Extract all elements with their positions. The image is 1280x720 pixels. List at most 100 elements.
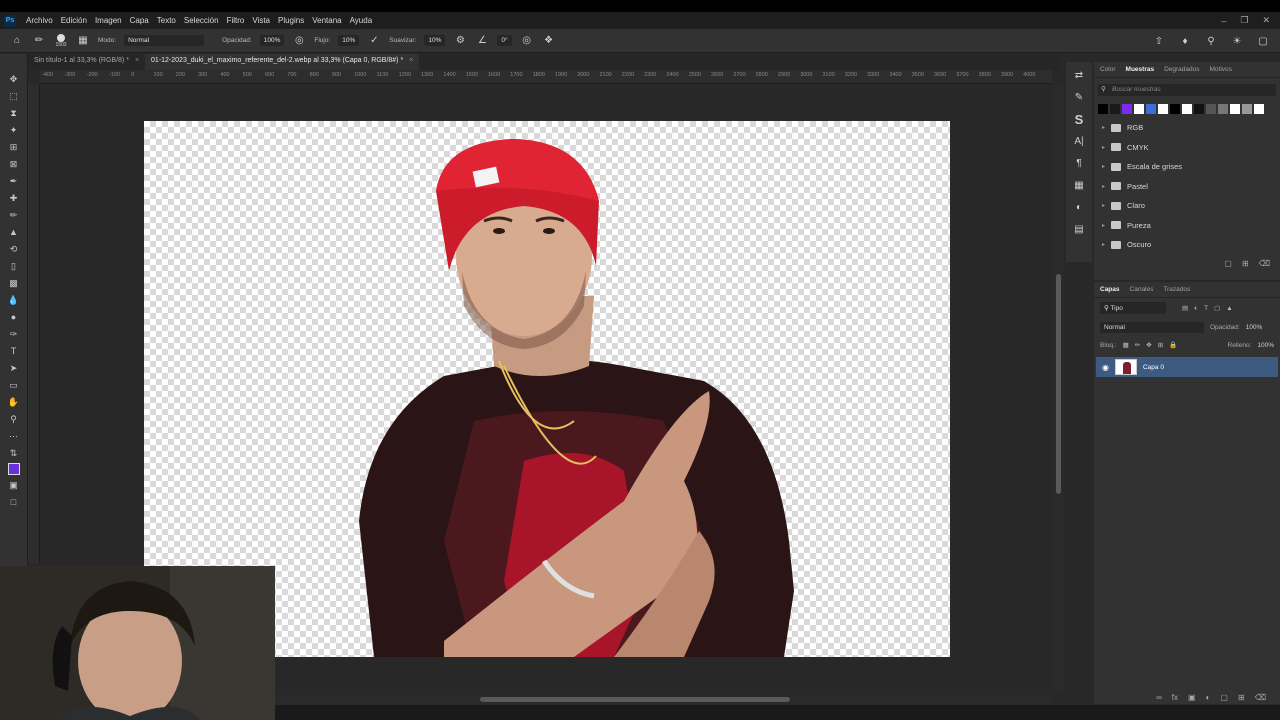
delete-layer-icon[interactable]: ⌫ <box>1255 693 1266 702</box>
tab-layers[interactable]: Capas <box>1100 286 1120 293</box>
stamp-tool-icon[interactable]: ▲ <box>6 225 22 239</box>
discover-icon[interactable]: ☀ <box>1230 34 1244 48</box>
eye-icon[interactable]: ◉ <box>1102 363 1109 372</box>
menu-seleccion[interactable]: Selección <box>180 16 223 25</box>
quick-select-tool-icon[interactable]: ✦ <box>6 123 22 137</box>
screen-mode-icon[interactable]: □ <box>6 495 22 509</box>
color-swatch[interactable] <box>1194 104 1204 114</box>
history-panel-icon[interactable]: ⇄ <box>1072 68 1086 82</box>
menu-ventana[interactable]: Ventana <box>308 16 345 25</box>
color-swatch[interactable] <box>1134 104 1144 114</box>
group-icon[interactable]: ▢ <box>1220 693 1228 702</box>
type-tool-icon[interactable]: T <box>6 344 22 358</box>
chevron-right-icon[interactable]: ▸ <box>1102 241 1105 248</box>
chevron-right-icon[interactable]: ▸ <box>1102 144 1105 151</box>
chevron-right-icon[interactable]: ▸ <box>1102 183 1105 190</box>
color-swatch[interactable] <box>1158 104 1168 114</box>
gradient-tool-icon[interactable]: ▩ <box>6 276 22 290</box>
dodge-tool-icon[interactable]: ● <box>6 310 22 324</box>
eyedropper-tool-icon[interactable]: ✒ <box>6 174 22 188</box>
tab-swatches[interactable]: Muestras <box>1126 66 1155 73</box>
marquee-tool-icon[interactable]: ⬚ <box>6 89 22 103</box>
properties-panel-icon[interactable]: ▤ <box>1072 222 1086 236</box>
layer-row[interactable]: ◉ Capa 0 <box>1096 357 1278 377</box>
stock-panel-icon[interactable]: S <box>1072 112 1086 127</box>
menu-filtro[interactable]: Filtro <box>223 16 249 25</box>
layer-filter-select[interactable]: ⚲ Tipo <box>1100 302 1166 314</box>
tab-untitled[interactable]: Sin título-1 al 33,3% (RGB/8) * × <box>28 54 145 70</box>
symmetry-icon[interactable]: ❖ <box>542 34 556 48</box>
swatch-search-input[interactable]: ⚲ Buscar muestras <box>1098 84 1276 96</box>
swatch-group-item[interactable]: ▸ Claro <box>1094 196 1280 216</box>
adjustments-panel-icon[interactable]: ◐ <box>1072 200 1086 214</box>
lock-pixels-icon[interactable]: ✏ <box>1135 341 1140 349</box>
foreground-color-swatch[interactable] <box>7 463 20 475</box>
new-layer-icon[interactable]: ⊞ <box>1238 693 1245 702</box>
eraser-tool-icon[interactable]: ▯ <box>6 259 22 273</box>
close-tab-icon[interactable]: × <box>409 57 413 64</box>
tab-color[interactable]: Color <box>1100 66 1116 73</box>
color-swatch[interactable] <box>1170 104 1180 114</box>
home-icon[interactable]: ⌂ <box>10 34 24 48</box>
close-icon[interactable]: ✕ <box>1262 15 1270 26</box>
filter-adjust-icon[interactable]: ◐ <box>1194 305 1198 312</box>
chevron-right-icon[interactable]: ▸ <box>1102 163 1105 170</box>
chevron-right-icon[interactable]: ▸ <box>1102 124 1105 131</box>
mode-select[interactable]: Normal <box>124 35 205 46</box>
angle-field[interactable]: 0° <box>497 35 512 46</box>
menu-imagen[interactable]: Imagen <box>91 16 126 25</box>
crop-tool-icon[interactable]: ⊞ <box>6 140 22 154</box>
shape-tool-icon[interactable]: ▭ <box>6 378 22 392</box>
brush-preset-picker[interactable]: 1503 <box>54 33 68 48</box>
healing-tool-icon[interactable]: ✚ <box>6 191 22 205</box>
lock-artboard-icon[interactable]: ⊞ <box>1158 341 1163 349</box>
brush-tool-icon[interactable]: ✏ <box>32 34 46 48</box>
path-select-icon[interactable]: ➤ <box>6 361 22 375</box>
swap-colors-icon[interactable]: ⇅ <box>6 446 22 460</box>
airbrush-icon[interactable]: ✓ <box>367 34 381 48</box>
color-swatch[interactable] <box>1254 104 1264 114</box>
smoothing-field[interactable]: 10% <box>424 35 446 46</box>
filter-type-icon[interactable]: T <box>1204 305 1208 312</box>
move-tool-icon[interactable]: ✥ <box>6 72 22 86</box>
color-swatch[interactable] <box>1098 104 1108 114</box>
swatch-group-item[interactable]: ▸ Pastel <box>1094 177 1280 197</box>
color-swatch[interactable] <box>1206 104 1216 114</box>
bell-icon[interactable]: ♦ <box>1178 34 1192 48</box>
pen-tool-icon[interactable]: ✑ <box>6 327 22 341</box>
paragraph-panel-icon[interactable]: ¶ <box>1072 156 1086 170</box>
tab-paths[interactable]: Trazados <box>1163 286 1190 293</box>
trash-icon[interactable]: ⌫ <box>1259 259 1270 268</box>
color-swatch[interactable] <box>1218 104 1228 114</box>
flow-field[interactable]: 10% <box>338 35 360 46</box>
horizontal-scroll-thumb[interactable] <box>480 697 790 702</box>
menu-ayuda[interactable]: Ayuda <box>346 16 377 25</box>
history-brush-icon[interactable]: ⟲ <box>6 242 22 256</box>
tab-channels[interactable]: Canales <box>1130 286 1154 293</box>
tab-active-document[interactable]: 01-12-2023_duki_el_maximo_referente_del-… <box>145 54 420 70</box>
new-swatch-icon[interactable]: ⊞ <box>1242 259 1249 268</box>
swatch-group-item[interactable]: ▸ CMYK <box>1094 138 1280 158</box>
blur-tool-icon[interactable]: 💧 <box>6 293 22 307</box>
minimize-icon[interactable]: – <box>1221 16 1226 26</box>
quick-mask-icon[interactable]: ▣ <box>6 478 22 492</box>
hand-tool-icon[interactable]: ✋ <box>6 395 22 409</box>
lock-all-icon[interactable]: 🔒 <box>1169 341 1177 349</box>
brush-settings-icon[interactable]: ▦ <box>76 34 90 48</box>
pressure-opacity-icon[interactable]: ◎ <box>292 34 306 48</box>
close-tab-icon[interactable]: × <box>135 57 139 64</box>
zoom-tool-icon[interactable]: ⚲ <box>6 412 22 426</box>
filter-smart-icon[interactable]: ▲ <box>1226 305 1232 312</box>
swatch-group-item[interactable]: ▸ Pureza <box>1094 216 1280 236</box>
color-swatch[interactable] <box>1146 104 1156 114</box>
gear-icon[interactable]: ⚙ <box>453 34 467 48</box>
workspace-icon[interactable]: ▢ <box>1256 34 1270 48</box>
adjustment-layer-icon[interactable]: ◐ <box>1206 693 1211 702</box>
layer-opacity-field[interactable]: 100% <box>1246 324 1263 331</box>
filter-image-icon[interactable]: ▤ <box>1182 304 1188 312</box>
new-group-icon[interactable]: ▢ <box>1224 259 1232 268</box>
fill-field[interactable]: 100% <box>1257 342 1274 349</box>
lock-transparency-icon[interactable]: ▦ <box>1123 341 1129 349</box>
layer-name[interactable]: Capa 0 <box>1143 364 1164 371</box>
restore-icon[interactable]: ❐ <box>1240 15 1248 26</box>
